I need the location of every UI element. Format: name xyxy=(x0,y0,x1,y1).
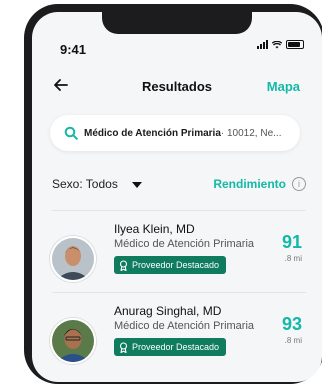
app-screen: 9:41 Resultados Mapa Médico de Atención … xyxy=(32,12,322,382)
distance: .8 mi xyxy=(284,336,302,345)
provider-specialty: Médico de Atención Primaria xyxy=(114,320,255,332)
filter-row: Sexo: Todos Rendimiento i xyxy=(52,177,306,195)
search-bar[interactable]: Médico de Atención Primaria · 10012, Ne.… xyxy=(50,115,300,151)
search-location: · 10012, Ne... xyxy=(220,127,282,139)
sort-performance-button[interactable]: Rendimiento xyxy=(213,177,286,191)
status-icons xyxy=(257,40,304,49)
result-card[interactable]: Anurag Singhal, MD Médico de Atención Pr… xyxy=(32,304,322,374)
divider xyxy=(52,292,306,293)
chevron-down-icon[interactable] xyxy=(132,182,142,188)
provider-name[interactable]: Anurag Singhal, MD xyxy=(114,304,221,318)
avatar xyxy=(50,318,96,364)
signal-icon xyxy=(257,40,268,49)
battery-icon xyxy=(286,40,304,49)
search-icon xyxy=(64,126,78,140)
featured-provider-badge: Proveedor Destacado xyxy=(114,256,227,274)
status-time: 9:41 xyxy=(60,42,87,57)
phone-notch xyxy=(102,12,252,34)
search-query: Médico de Atención Primaria xyxy=(84,127,221,139)
divider xyxy=(52,210,306,211)
avatar xyxy=(50,236,96,282)
distance: .8 mi xyxy=(284,254,302,263)
performance-score: 93 xyxy=(281,314,302,334)
result-card[interactable]: Ilyea Klein, MD Médico de Atención Prima… xyxy=(32,222,322,292)
badge-label: Proveedor Destacado xyxy=(132,342,220,352)
sex-filter-label[interactable]: Sexo: Todos xyxy=(52,177,118,191)
featured-provider-badge: Proveedor Destacado xyxy=(114,338,227,356)
badge-label: Proveedor Destacado xyxy=(132,260,220,270)
info-icon[interactable]: i xyxy=(292,177,306,191)
ribbon-icon xyxy=(119,341,128,353)
performance-score: 91 xyxy=(281,232,302,252)
provider-specialty: Médico de Atención Primaria xyxy=(114,238,255,250)
wifi-icon xyxy=(272,40,282,48)
ribbon-icon xyxy=(119,259,128,271)
map-button[interactable]: Mapa xyxy=(267,79,300,94)
provider-name[interactable]: Ilyea Klein, MD xyxy=(114,222,195,236)
nav-bar: Resultados Mapa xyxy=(32,74,322,100)
